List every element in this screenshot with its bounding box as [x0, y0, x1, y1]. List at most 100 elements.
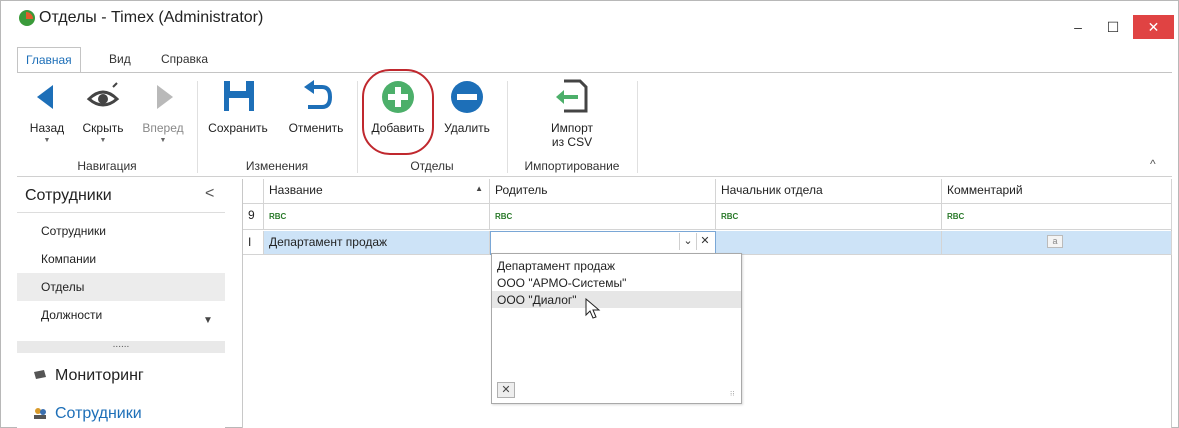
people-icon: [33, 406, 47, 419]
floppy-disk-icon: [218, 79, 258, 115]
filter-cell-parent[interactable]: RBC: [490, 204, 716, 230]
dropdown-option-hovered[interactable]: ООО "Диалог": [492, 291, 741, 308]
nav-splitter-grip[interactable]: ......: [17, 340, 225, 353]
group-separator: [197, 81, 198, 173]
cell-name[interactable]: Департамент продаж: [264, 231, 490, 255]
nav-item-employees[interactable]: Сотрудники: [17, 217, 225, 245]
filter-cell-name[interactable]: RBC: [264, 204, 490, 230]
column-header-name-label: Название: [269, 183, 323, 197]
text-filter-icon: RBC: [269, 212, 287, 221]
sort-ascending-icon: ▲: [475, 184, 483, 193]
memo-icon[interactable]: a: [1047, 235, 1063, 248]
group-label-import: Импортирование: [524, 159, 620, 173]
delete-label: Удалить: [444, 121, 490, 135]
group-separator: [637, 81, 638, 173]
collapse-panel-button[interactable]: <: [205, 185, 214, 203]
chevron-down-icon: ▼: [159, 137, 167, 144]
cell-head[interactable]: [716, 231, 942, 255]
monitor-icon: [33, 368, 47, 380]
save-label: Сохранить: [208, 121, 268, 135]
group-separator: [507, 81, 508, 173]
column-header-comment[interactable]: Комментарий: [942, 179, 1172, 204]
ribbon: Назад ▼ Скрыть ▼ Вперед ▼ Навигация Сохр…: [17, 69, 1172, 177]
minus-circle-icon: [447, 79, 487, 115]
import-csv-button[interactable]: Импорт из CSV: [532, 79, 612, 149]
add-label: Добавить: [371, 121, 425, 135]
clear-value-button[interactable]: ✕: [696, 233, 713, 250]
table-row[interactable]: I Департамент продаж ⌄ ✕ a: [243, 231, 1172, 255]
row-indicator-header: [243, 179, 264, 204]
collapse-ribbon-button[interactable]: ^: [1150, 157, 1156, 171]
back-button[interactable]: Назад ▼: [23, 79, 71, 145]
scroll-down-icon[interactable]: ▼: [203, 315, 213, 326]
nav-section-employees-label: Сотрудники: [55, 405, 142, 422]
grid-filter-row: 9 RBC RBC RBC RBC: [243, 204, 1172, 230]
maximize-button[interactable]: ☐: [1098, 15, 1128, 39]
group-label-departments: Отделы: [410, 159, 454, 173]
column-header-head[interactable]: Начальник отдела: [716, 179, 942, 204]
parent-dropdown-popup: Департамент продаж ООО "АРМО-Системы" ОО…: [491, 253, 742, 404]
nav-section-monitoring[interactable]: Мониторинг: [17, 361, 225, 391]
nav-item-departments[interactable]: Отделы: [17, 273, 225, 301]
import-file-icon: [552, 79, 592, 115]
window-title: Отделы - Timex (Administrator): [39, 9, 264, 26]
tab-view[interactable]: Вид: [101, 47, 139, 73]
app-window: Отделы - Timex (Administrator) – ☐ ✕ Гла…: [0, 0, 1179, 428]
dropdown-open-button[interactable]: ⌄: [679, 233, 696, 250]
filter-row-indicator: 9: [243, 204, 264, 230]
filter-row-indicator-glyph: 9: [248, 208, 255, 222]
mouse-pointer-icon: [585, 297, 601, 320]
import-label-line2: из CSV: [551, 135, 593, 149]
tab-home[interactable]: Главная: [17, 47, 81, 73]
resize-grip-icon[interactable]: ⁝⁝: [730, 391, 734, 398]
edit-cursor-indicator: I: [248, 235, 252, 249]
cell-comment[interactable]: a: [942, 231, 1172, 255]
navigation-panel: Сотрудники < Сотрудники Компании Отделы …: [17, 179, 225, 428]
popup-clear-button[interactable]: ✕: [497, 382, 515, 398]
group-label-changes: Изменения: [245, 159, 309, 173]
minimize-button[interactable]: –: [1063, 15, 1093, 39]
back-label: Назад: [29, 121, 65, 135]
text-filter-icon: RBC: [495, 212, 513, 221]
nav-item-companies[interactable]: Компании: [17, 245, 225, 273]
app-logo-icon: [19, 10, 35, 26]
filter-cell-comment[interactable]: RBC: [942, 204, 1172, 230]
nav-item-positions[interactable]: Должности: [17, 301, 225, 329]
nav-section-monitoring-label: Мониторинг: [55, 367, 144, 384]
undo-icon: [296, 79, 336, 115]
dropdown-option[interactable]: Департамент продаж: [492, 257, 741, 274]
grid-header-row: Название ▲ Родитель Начальник отдела Ком…: [243, 179, 1172, 204]
forward-button[interactable]: Вперед ▼: [135, 79, 191, 145]
add-button[interactable]: Добавить: [365, 79, 431, 135]
plus-circle-icon: [378, 79, 418, 115]
title-bar: Отделы - Timex (Administrator) – ☐ ✕: [1, 1, 1178, 39]
group-separator: [357, 81, 358, 173]
delete-button[interactable]: Удалить: [437, 79, 497, 135]
import-label-line1: Импорт: [551, 121, 593, 135]
column-header-name[interactable]: Название ▲: [264, 179, 490, 204]
arrow-right-icon: [143, 79, 183, 115]
save-button[interactable]: Сохранить: [203, 79, 273, 135]
text-filter-icon: RBC: [721, 212, 739, 221]
nav-section-employees[interactable]: Сотрудники: [17, 399, 225, 428]
eye-icon: [83, 79, 123, 115]
text-filter-icon: RBC: [947, 212, 965, 221]
hide-button[interactable]: Скрыть ▼: [75, 79, 131, 145]
tab-help[interactable]: Справка: [153, 47, 216, 73]
ribbon-tabs: Главная Вид Справка: [17, 47, 1177, 73]
undo-button[interactable]: Отменить: [281, 79, 351, 135]
column-header-parent[interactable]: Родитель: [490, 179, 716, 204]
nav-header: Сотрудники <: [17, 179, 225, 213]
forward-label: Вперед: [142, 121, 184, 135]
cell-parent-editor[interactable]: ⌄ ✕: [490, 231, 716, 255]
filter-cell-head[interactable]: RBC: [716, 204, 942, 230]
close-button[interactable]: ✕: [1133, 15, 1174, 39]
undo-label: Отменить: [288, 121, 344, 135]
group-label-navigation: Навигация: [77, 159, 137, 173]
hide-label: Скрыть: [82, 121, 124, 135]
row-indicator: I: [243, 231, 264, 255]
chevron-down-icon: ▼: [43, 137, 51, 144]
chevron-down-icon: ▼: [99, 137, 107, 144]
arrow-left-icon: [27, 79, 67, 115]
dropdown-option[interactable]: ООО "АРМО-Системы": [492, 274, 741, 291]
